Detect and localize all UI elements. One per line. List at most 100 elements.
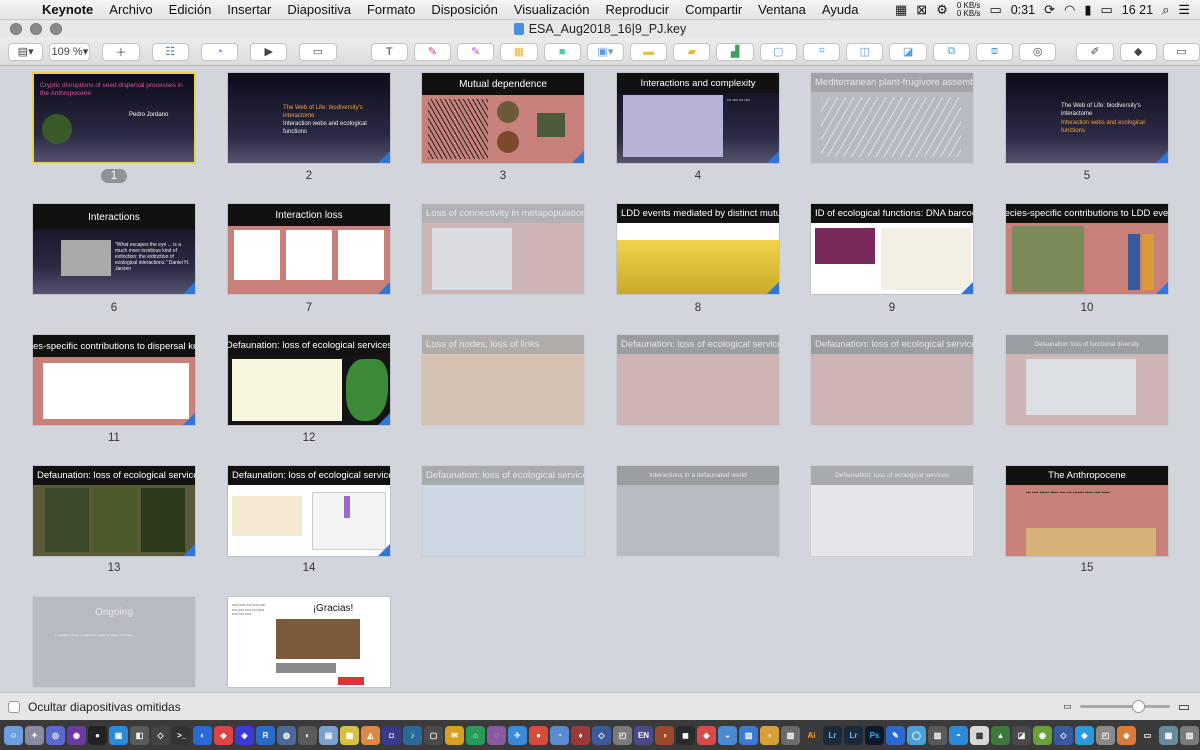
group-button[interactable]: ⧉ <box>932 42 970 61</box>
app-icon[interactable]: ▲ <box>991 725 1010 745</box>
slide-thumb-11[interactable]: Species-specific contributions to disper… <box>32 334 196 426</box>
app-icon[interactable]: ♦ <box>571 725 590 745</box>
animate-button[interactable]: ◆ <box>1119 42 1157 61</box>
slide-thumb-14[interactable]: Defaunation: loss of ecological services <box>227 465 391 557</box>
app-icon[interactable]: ▣ <box>109 725 128 745</box>
app-icon[interactable]: ▤ <box>319 725 338 745</box>
menu-edicion[interactable]: Edición <box>161 2 220 17</box>
shape-button[interactable]: ■ <box>543 42 581 61</box>
app-icon[interactable]: ◉ <box>67 725 86 745</box>
thumbnail-size-slider[interactable] <box>1079 700 1170 713</box>
app-icon[interactable]: EN <box>634 725 653 745</box>
app-icon[interactable]: ◇ <box>1054 725 1073 745</box>
menu-reproducir[interactable]: Reproducir <box>598 2 678 17</box>
play-button[interactable]: ▶ <box>250 42 288 61</box>
trash-icon[interactable]: ▥ <box>1180 725 1199 745</box>
illustrator-icon[interactable]: Ai <box>802 725 821 745</box>
app-icon[interactable]: ✈ <box>508 725 527 745</box>
table-button[interactable]: ▦ <box>500 42 538 61</box>
format-button[interactable]: ✐ <box>1076 42 1114 61</box>
app-icon[interactable]: ◰ <box>1096 725 1115 745</box>
app-icon[interactable]: ◈ <box>1075 725 1094 745</box>
ungroup-button[interactable]: ⧈ <box>975 42 1014 61</box>
app-icon[interactable]: ◉ <box>1033 725 1052 745</box>
keynote-live-button[interactable]: ▭ <box>299 42 337 61</box>
slide-thumb-skipped[interactable]: Defaunation: loss of functional diversit… <box>1005 334 1169 426</box>
app-icon[interactable]: ◼ <box>676 725 695 745</box>
battery-icon[interactable]: ▮ <box>1084 2 1091 18</box>
slide-thumb-skipped[interactable]: Defaunation: loss of ecological services <box>421 465 585 557</box>
app-icon[interactable]: ◖ <box>760 725 779 745</box>
mask-button[interactable]: ▢ <box>759 42 797 61</box>
app-icon[interactable]: ▭ <box>1138 725 1157 745</box>
app-icon[interactable]: ◰ <box>613 725 632 745</box>
slide-thumb-2[interactable]: The Web of Life: biodiversity's interact… <box>227 72 391 164</box>
slide-thumb-skipped[interactable]: Interactions in a defaunated world <box>616 465 780 557</box>
view-menu-button[interactable]: ▤▾ <box>8 42 44 61</box>
lightroom-icon[interactable]: Lr <box>823 725 842 745</box>
safari-icon[interactable]: ◐ <box>193 725 212 745</box>
launchpad-icon[interactable]: ✦ <box>25 725 44 745</box>
app-icon[interactable]: ◓ <box>949 725 968 745</box>
slide-thumb-10[interactable]: Species-specific contributions to LDD ev… <box>1005 203 1169 295</box>
collaborate-button[interactable]: ◎ <box>1019 42 1057 61</box>
zoom-window-button[interactable] <box>50 23 62 35</box>
rehearse-button[interactable]: ◔ <box>200 42 239 61</box>
slide-thumb-1[interactable]: Cryptic disruptions of seed dispersal pr… <box>32 72 196 164</box>
app-icon[interactable]: ▨ <box>928 725 947 745</box>
menu-ventana[interactable]: Ventana <box>750 2 814 17</box>
menu-ayuda[interactable]: Ayuda <box>814 2 867 17</box>
r-icon[interactable]: R <box>256 725 275 745</box>
app-icon[interactable]: ▢ <box>424 725 443 745</box>
github-icon[interactable]: ● <box>88 725 107 745</box>
back-button[interactable]: ◪ <box>889 42 927 61</box>
slide-thumb-3[interactable]: Mutual dependence <box>421 72 585 164</box>
app-icon[interactable]: ▧ <box>781 725 800 745</box>
timer-value[interactable]: 0:31 <box>1011 3 1035 17</box>
app-icon[interactable]: ▦ <box>340 725 359 745</box>
app-icon[interactable]: ◧ <box>130 725 149 745</box>
slide-thumb-skipped[interactable]: Ongoing • •••••• ••••• • ••••••• ••••• •… <box>32 596 196 688</box>
app-icon[interactable]: ◆ <box>697 725 716 745</box>
wifi-icon[interactable]: ◠ <box>1064 2 1075 18</box>
app-icon[interactable]: ◑ <box>655 725 674 745</box>
search-icon[interactable]: ⌕ <box>1162 2 1169 18</box>
add-slide-button[interactable]: ＋ <box>102 42 140 61</box>
display-icon[interactable]: ▭ <box>1100 2 1112 18</box>
menu-archivo[interactable]: Archivo <box>101 2 160 17</box>
slide-thumb-skipped[interactable]: Loss of connectivity in metapopulation s… <box>421 203 585 295</box>
gear-icon[interactable]: ⚙ <box>936 2 948 18</box>
slide-layout-button[interactable]: ☷ <box>151 42 189 61</box>
app-icon[interactable]: ▦ <box>1159 725 1178 745</box>
photoshop-icon[interactable]: Ps <box>865 725 884 745</box>
app-icon[interactable]: ◎ <box>46 725 65 745</box>
front-button[interactable]: ◫ <box>846 42 884 61</box>
app-icon[interactable]: ◒ <box>718 725 737 745</box>
app-icon[interactable]: ◍ <box>277 725 296 745</box>
chart-button[interactable]: ▟ <box>716 42 754 61</box>
crop-button[interactable]: ⌗ <box>802 42 841 61</box>
eyedropper-button[interactable]: ✎ <box>413 42 452 61</box>
app-icon[interactable]: ◈ <box>235 725 254 745</box>
app-icon[interactable]: ◘ <box>382 725 401 745</box>
paint-button[interactable]: ✎ <box>457 42 495 61</box>
app-icon[interactable]: ♪ <box>403 725 422 745</box>
menu-diapositiva[interactable]: Diapositiva <box>279 2 359 17</box>
menu-disposicion[interactable]: Disposición <box>423 2 505 17</box>
app-icon[interactable]: ◇ <box>592 725 611 745</box>
app-icon[interactable]: ◆ <box>1117 725 1136 745</box>
zoom-select[interactable]: 109 % ▾ <box>49 42 91 61</box>
slide-thumb-16[interactable]: ¡Gracias! ••••• ••••• •••• ••••• ••••• •… <box>227 596 391 688</box>
menu-formato[interactable]: Formato <box>359 2 423 17</box>
app-icon[interactable]: ◇ <box>151 725 170 745</box>
slide-thumb-12[interactable]: Defaunation: loss of ecological services <box>227 334 391 426</box>
slide-thumb-skipped[interactable]: Defaunation: loss of ecological services <box>810 334 974 426</box>
menu-compartir[interactable]: Compartir <box>677 2 750 17</box>
terminal-icon[interactable]: >_ <box>172 725 191 745</box>
hide-skipped-checkbox[interactable] <box>8 700 20 713</box>
app-icon[interactable]: ● <box>529 725 548 745</box>
slide-thumb-skipped[interactable]: Defaunation: loss of ecological services <box>810 465 974 557</box>
slide-thumb-15[interactable]: The Anthropocene ••• •••• •••••• ••••• •… <box>1005 465 1169 557</box>
app-icon[interactable]: ✎ <box>886 725 905 745</box>
slide-thumb-13[interactable]: Defaunation: loss of ecological services <box>32 465 196 557</box>
